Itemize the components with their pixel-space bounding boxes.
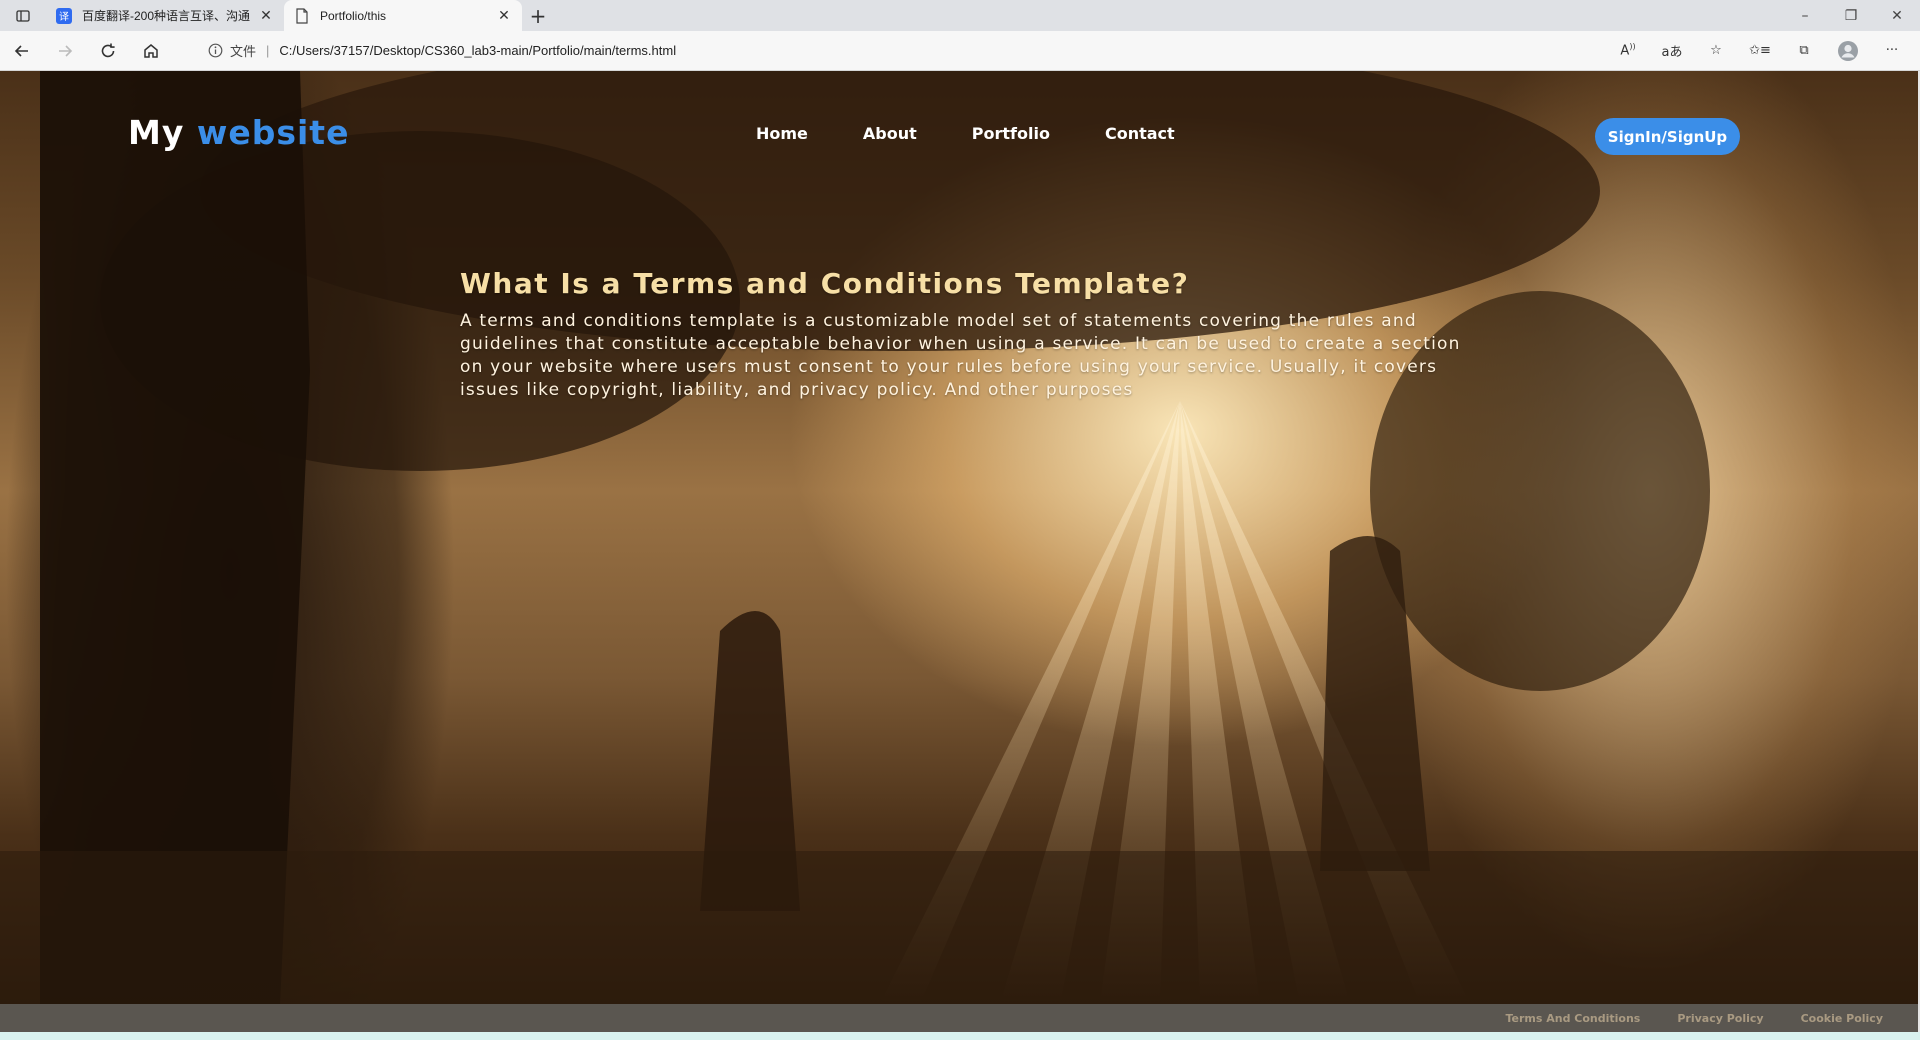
favorites-list-icon: ✩≡ xyxy=(1749,43,1771,58)
baidu-translate-icon: 译 xyxy=(56,7,72,24)
translate-icon: aあ xyxy=(1661,45,1683,60)
browser-tab-baidu[interactable]: 译 百度翻译-200种语言互译、沟通 ✕ xyxy=(46,0,284,31)
logo-text-second: website xyxy=(196,113,350,152)
nav-home-link[interactable]: Home xyxy=(756,124,808,143)
forward-arrow-icon xyxy=(58,44,72,57)
address-url[interactable]: C:/Users/37157/Desktop/CS360_lab3-main/P… xyxy=(279,43,676,58)
more-button[interactable]: ··· xyxy=(1870,31,1914,70)
favorites-button[interactable]: ✩≡ xyxy=(1738,31,1782,70)
close-tab-icon[interactable]: ✕ xyxy=(258,7,274,24)
browser-toolbar: 文件 | C:/Users/37157/Desktop/CS360_lab3-m… xyxy=(0,31,1920,71)
restore-icon: ❐ xyxy=(1844,7,1858,24)
page-bottom-strip xyxy=(0,1032,1920,1040)
favorite-button[interactable]: ☆ xyxy=(1694,31,1738,70)
main-nav: Home About Portfolio Contact xyxy=(756,124,1230,143)
more-icon: ··· xyxy=(1885,43,1899,58)
page-title: What Is a Terms and Conditions Template? xyxy=(460,267,1190,300)
minimize-icon: – xyxy=(1801,7,1809,24)
read-aloud-button[interactable]: A)) xyxy=(1606,31,1650,70)
close-window-button[interactable]: ✕ xyxy=(1874,0,1920,31)
window-controls: – ❐ ✕ xyxy=(1782,0,1920,31)
nav-about-link[interactable]: About xyxy=(863,124,917,143)
footer-terms-link[interactable]: Terms And Conditions xyxy=(1505,1012,1640,1025)
back-button[interactable] xyxy=(0,31,43,70)
tab-actions-button[interactable] xyxy=(0,0,46,31)
nav-contact-link[interactable]: Contact xyxy=(1105,124,1175,143)
browser-tab-bar: 译 百度翻译-200种语言互译、沟通 ✕ Portfolio/this ✕ + … xyxy=(0,0,1920,31)
toolbar-actions: A)) aあ ☆ ✩≡ ⧉ ··· xyxy=(1606,31,1914,70)
nav-portfolio-link[interactable]: Portfolio xyxy=(972,124,1050,143)
site-footer: Terms And Conditions Privacy Policy Cook… xyxy=(0,1004,1920,1032)
svg-text:译: 译 xyxy=(59,11,69,23)
footer-privacy-link[interactable]: Privacy Policy xyxy=(1677,1012,1763,1025)
translate-button[interactable]: aあ xyxy=(1650,31,1694,70)
forest-background-image xyxy=(0,71,1920,1004)
address-scheme: 文件 xyxy=(230,44,257,59)
page-icon xyxy=(294,7,310,24)
profile-button[interactable] xyxy=(1826,31,1870,70)
close-icon: ✕ xyxy=(1891,7,1903,24)
tab-title: Portfolio/this xyxy=(320,8,387,23)
close-tab-icon[interactable]: ✕ xyxy=(496,7,512,24)
reload-icon xyxy=(101,43,115,57)
page-viewport: My website Home About Portfolio Contact … xyxy=(0,71,1920,1004)
restore-button[interactable]: ❐ xyxy=(1828,0,1874,31)
info-icon[interactable] xyxy=(206,43,224,58)
terms-description: A terms and conditions template is a cus… xyxy=(460,311,1461,400)
collections-icon: ⧉ xyxy=(1799,43,1809,58)
new-tab-button[interactable]: + xyxy=(522,0,554,31)
star-add-icon: ☆ xyxy=(1710,43,1722,58)
avatar-icon xyxy=(1838,40,1858,61)
tab-actions-icon xyxy=(16,9,30,22)
home-button[interactable] xyxy=(129,31,172,70)
terms-content: What Is a Terms and Conditions Template?… xyxy=(460,267,1490,402)
collections-button[interactable]: ⧉ xyxy=(1782,31,1826,70)
site-header: My website Home About Portfolio Contact … xyxy=(0,71,1920,181)
back-arrow-icon xyxy=(14,44,28,57)
minimize-button[interactable]: – xyxy=(1782,0,1828,31)
tab-title: 百度翻译-200种语言互译、沟通 xyxy=(82,9,251,23)
address-bar[interactable]: 文件 | C:/Users/37157/Desktop/CS360_lab3-m… xyxy=(186,36,1606,66)
address-separator: | xyxy=(266,43,270,58)
site-logo[interactable]: My website xyxy=(128,113,349,152)
footer-cookie-link[interactable]: Cookie Policy xyxy=(1801,1012,1883,1025)
home-icon xyxy=(143,43,158,58)
forward-button[interactable] xyxy=(43,31,86,70)
logo-text-first: My xyxy=(128,113,185,152)
reload-button[interactable] xyxy=(86,31,129,70)
plus-icon: + xyxy=(529,3,547,28)
read-aloud-icon: A)) xyxy=(1620,42,1636,59)
browser-tab-portfolio[interactable]: Portfolio/this ✕ xyxy=(284,0,522,31)
signin-signup-button[interactable]: SignIn/SignUp xyxy=(1595,118,1740,155)
